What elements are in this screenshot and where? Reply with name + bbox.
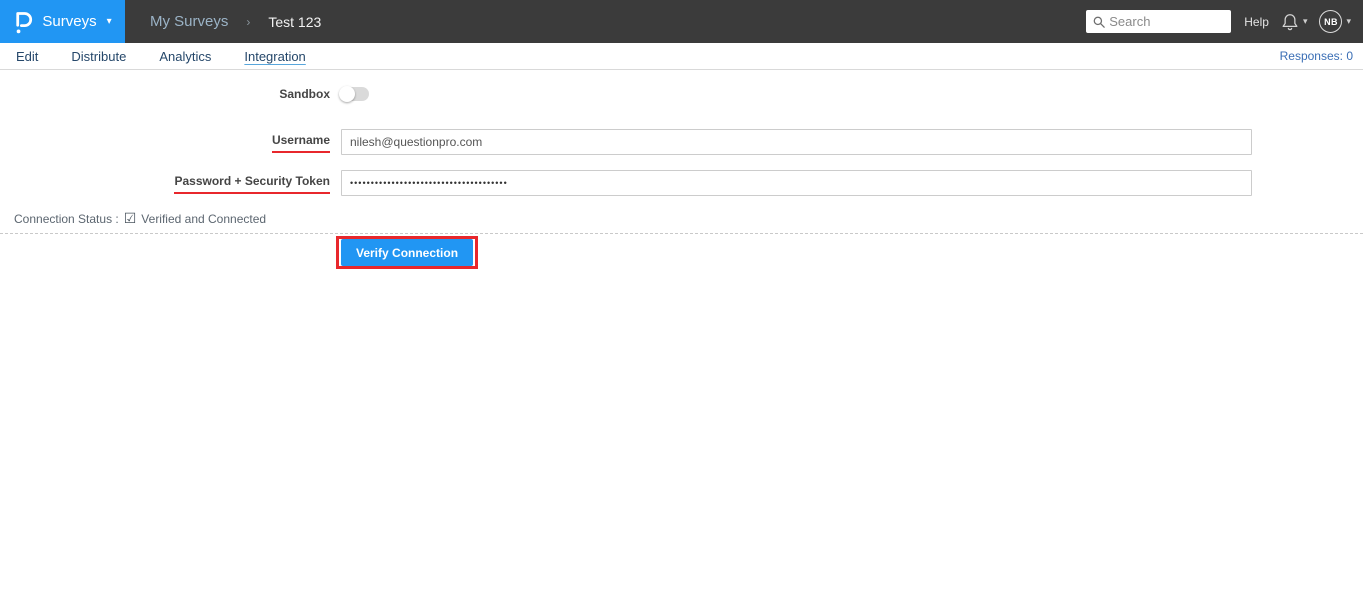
annotation-highlight-box: Verify Connection [336, 236, 479, 269]
avatar: NB [1319, 10, 1343, 33]
breadcrumb-current-survey: Test 123 [268, 13, 322, 30]
tab-edit[interactable]: Edit [16, 49, 38, 64]
top-header-bar: Surveys ▾ My Surveys › Test 123 Help ▾ N… [0, 0, 1363, 43]
username-input[interactable] [341, 129, 1252, 155]
header-right-controls: Help ▾ NB ▾ [1086, 10, 1351, 33]
surveys-menu-button[interactable]: Surveys ▾ [0, 0, 125, 43]
toggle-knob [339, 86, 355, 102]
tab-analytics[interactable]: Analytics [159, 49, 211, 64]
surveys-menu-label: Surveys [42, 13, 97, 30]
search-icon [1093, 16, 1106, 28]
password-input[interactable] [341, 170, 1252, 196]
notifications-button[interactable]: ▾ [1281, 12, 1308, 32]
search-input[interactable] [1109, 14, 1225, 29]
connection-status-label: Connection Status : [14, 211, 119, 226]
questionpro-logo-icon [16, 11, 33, 33]
tab-distribute[interactable]: Distribute [71, 49, 126, 64]
tab-integration[interactable]: Integration [244, 49, 305, 64]
survey-tab-bar: Edit Distribute Analytics Integration Re… [0, 43, 1363, 70]
connection-status: Connection Status : ☑ Verified and Conne… [14, 210, 1363, 227]
breadcrumb: My Surveys › Test 123 [150, 13, 321, 30]
responses-count[interactable]: Responses: 0 [1280, 49, 1353, 63]
username-row: Username [0, 129, 1363, 155]
breadcrumb-my-surveys-link[interactable]: My Surveys [150, 13, 228, 30]
account-menu-button[interactable]: NB ▾ [1319, 10, 1351, 33]
search-box[interactable] [1086, 10, 1232, 33]
chevron-down-icon: ▾ [106, 16, 112, 27]
chevron-down-icon: ▾ [1346, 16, 1351, 26]
password-label: Password + Security Token [174, 174, 330, 194]
checked-checkbox-icon: ☑ [123, 210, 137, 226]
sandbox-toggle[interactable] [339, 86, 369, 102]
password-row: Password + Security Token [0, 170, 1363, 196]
integration-form: Sandbox Username Password + Security Tok… [0, 85, 1363, 269]
help-link[interactable]: Help [1244, 15, 1269, 29]
sandbox-label: Sandbox [279, 87, 330, 101]
dashed-divider [0, 233, 1363, 234]
verify-connection-button[interactable]: Verify Connection [341, 239, 474, 266]
connection-status-value: Verified and Connected [141, 211, 267, 226]
sandbox-row: Sandbox [0, 85, 1363, 103]
breadcrumb-separator-icon: › [246, 14, 251, 29]
bell-icon [1282, 13, 1298, 30]
chevron-down-icon: ▾ [1302, 16, 1308, 26]
username-label: Username [271, 133, 330, 153]
